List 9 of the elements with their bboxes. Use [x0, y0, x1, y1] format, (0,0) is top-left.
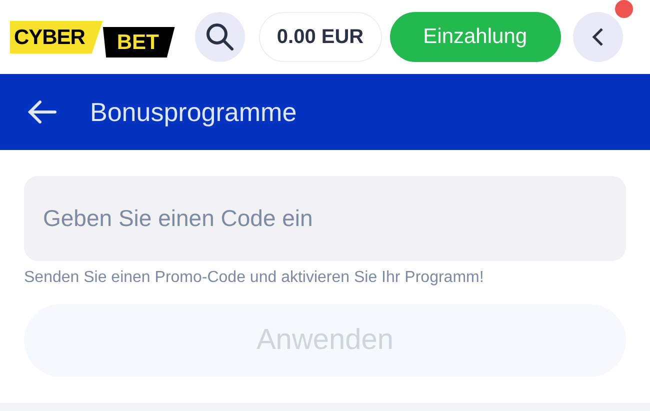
back-arrow-icon — [27, 100, 57, 124]
deposit-button[interactable]: Einzahlung — [390, 12, 561, 62]
chevron-left-icon — [590, 27, 605, 47]
hint-text: Senden Sie einen Promo-Code und aktivieren Sie Ihr Programm! — [24, 268, 485, 288]
search-icon — [204, 22, 235, 52]
balance-display: 0.00 EUR — [258, 12, 382, 62]
page-title: Bonusprogramme — [90, 96, 297, 128]
code-input-field[interactable]: Geben Sie einen Code ein — [24, 176, 626, 261]
logo-text: CYBER — [10, 20, 103, 54]
